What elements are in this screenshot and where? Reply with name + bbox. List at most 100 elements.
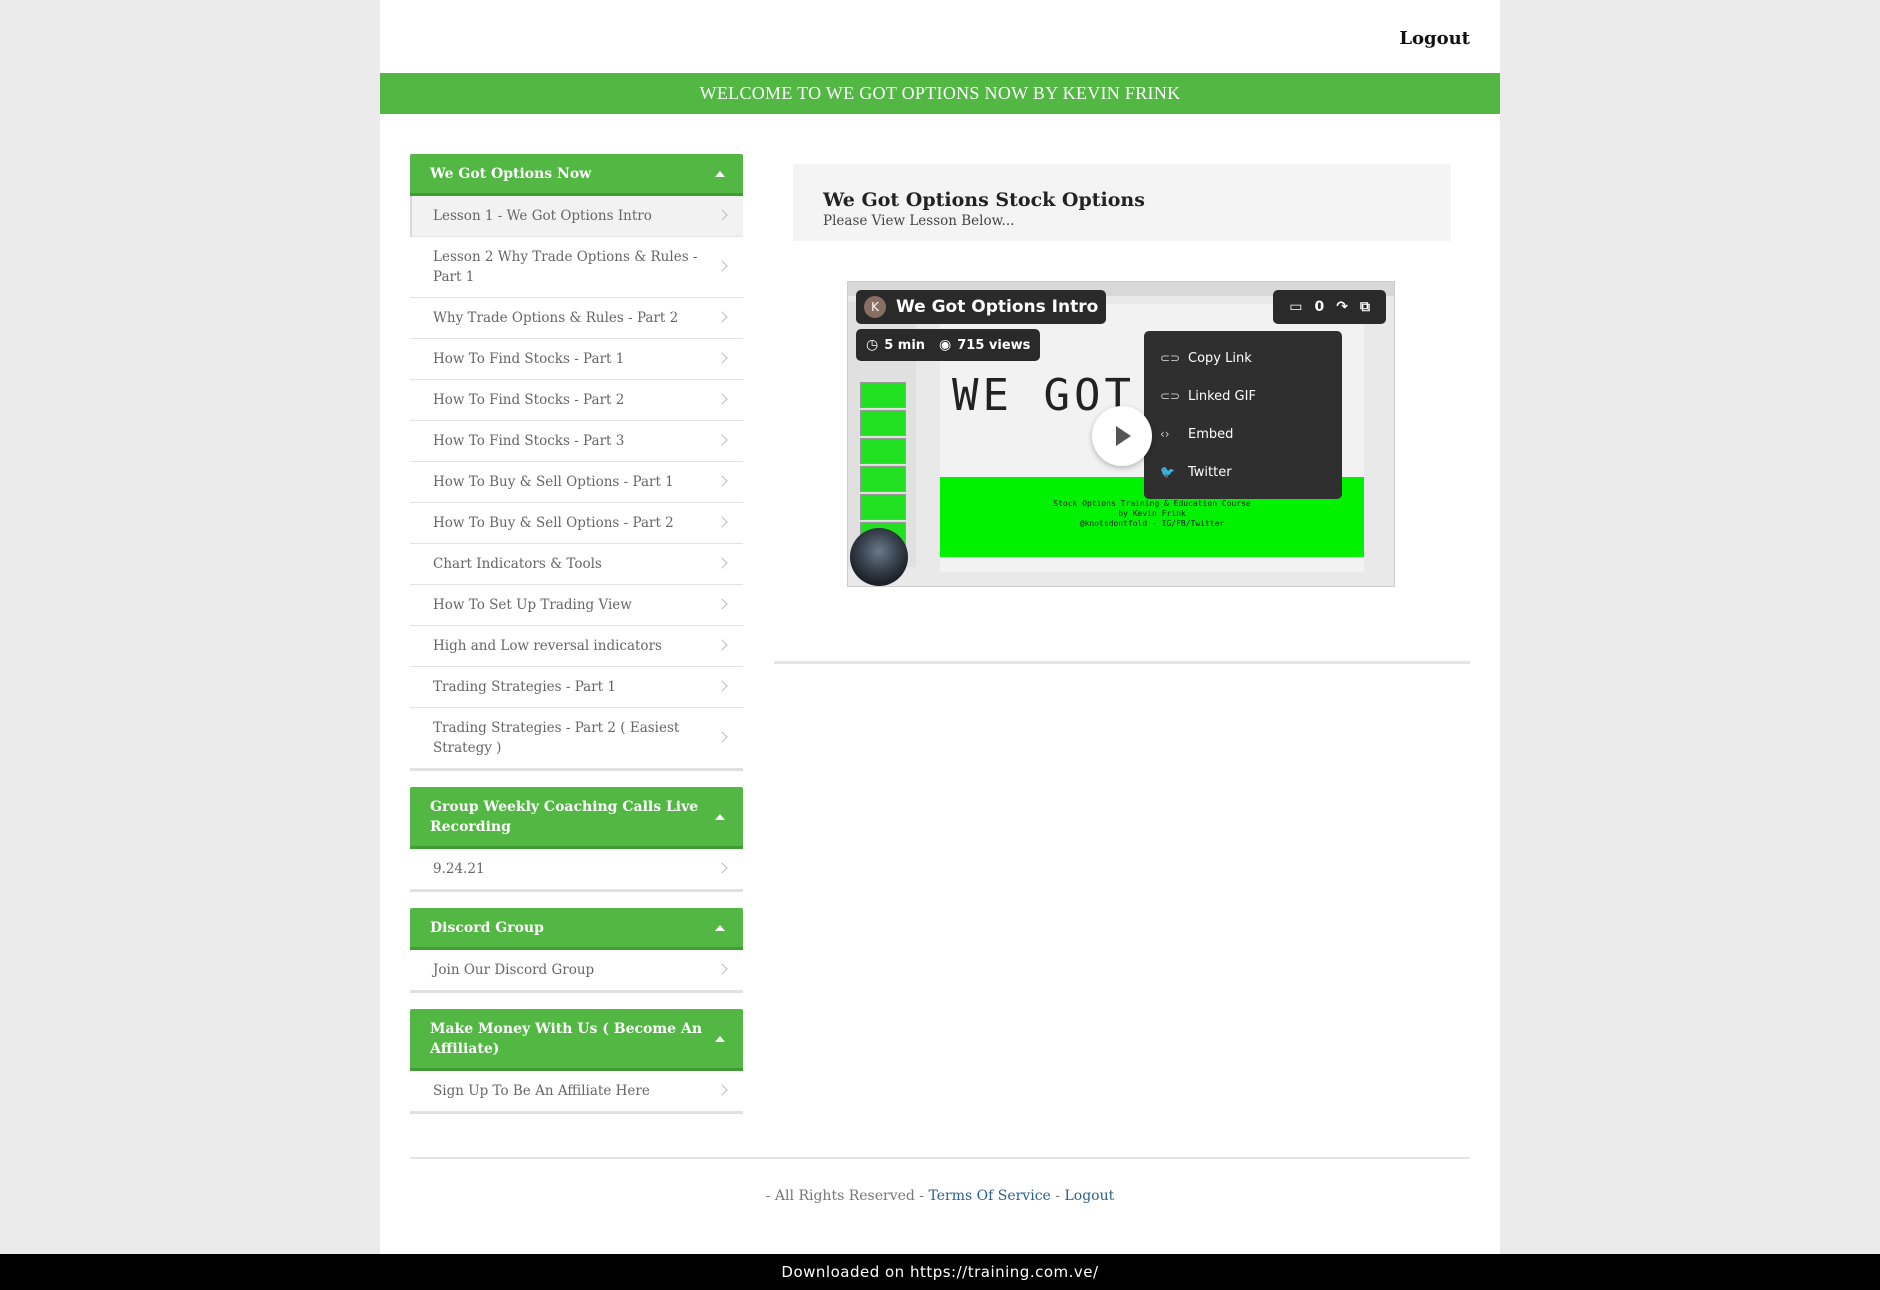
lesson-label: How To Find Stocks - Part 1 (433, 351, 625, 367)
sidebar-lesson-item[interactable]: Trading Strategies - Part 1 (410, 667, 743, 708)
slide-thumbnail (860, 438, 906, 464)
sidebar-lesson-item[interactable]: How To Find Stocks - Part 1 (410, 339, 743, 380)
chevron-right-icon (716, 475, 728, 487)
video-title: We Got Options Intro (896, 297, 1099, 317)
sidebar-section-header[interactable]: We Got Options Now (410, 154, 743, 196)
footer-divider (410, 1157, 1470, 1159)
lesson-subtitle: Please View Lesson Below... (823, 213, 1015, 229)
caret-up-icon (715, 924, 725, 931)
lesson-label: How To Find Stocks - Part 3 (433, 433, 625, 449)
lesson-header: We Got Options Stock Options Please View… (793, 164, 1451, 241)
twitter-icon: 🐦 (1160, 465, 1175, 479)
section-title: We Got Options Now (430, 166, 592, 182)
chevron-right-icon (716, 639, 728, 651)
sidebar-lesson-item[interactable]: How To Find Stocks - Part 3 (410, 421, 743, 462)
footer-rights: - All Rights Reserved - (765, 1188, 925, 1204)
chevron-right-icon (716, 862, 728, 874)
chevron-right-icon (716, 557, 728, 569)
lesson-label: Lesson 1 - We Got Options Intro (433, 208, 652, 224)
section-title: Discord Group (430, 920, 544, 936)
sidebar-section: Make Money With Us ( Become An Affiliate… (410, 1009, 743, 1114)
chevron-right-icon (716, 731, 728, 743)
video-title-chip: K We Got Options Intro (856, 290, 1107, 324)
slide-line: Stock Options Training & Education Cours… (1053, 499, 1251, 508)
share-embed[interactable]: ‹› Embed (1144, 415, 1342, 453)
avatar: K (864, 296, 886, 318)
lesson-label: Chart Indicators & Tools (433, 556, 602, 572)
sidebar-section: Group Weekly Coaching Calls Live Recordi… (410, 787, 743, 892)
sidebar-lesson-item[interactable]: Lesson 1 - We Got Options Intro (410, 196, 743, 237)
footer: - All Rights Reserved - Terms Of Service… (380, 1188, 1500, 1204)
slide-thumbnail (860, 466, 906, 492)
sidebar-lesson-list: Join Our Discord Group (410, 950, 743, 993)
sidebar-lesson-item[interactable]: Why Trade Options & Rules - Part 2 (410, 298, 743, 339)
chevron-right-icon (716, 311, 728, 323)
chevron-right-icon (716, 209, 728, 221)
welcome-banner: WELCOME TO WE GOT OPTIONS NOW BY KEVIN F… (380, 73, 1500, 114)
chevron-right-icon (716, 393, 728, 405)
course-sidebar: We Got Options Now Lesson 1 - We Got Opti… (410, 154, 743, 1130)
sidebar-lesson-list: 9.24.21 (410, 849, 743, 892)
external-link-icon[interactable]: ⧉ (1360, 299, 1370, 315)
lesson-label: Why Trade Options & Rules - Part 2 (433, 310, 679, 326)
sidebar-lesson-item[interactable]: Join Our Discord Group (410, 950, 743, 991)
comment-count: 0 (1314, 299, 1325, 315)
video-actions: ▭ 0 ↷ ⧉ (1273, 290, 1386, 324)
lesson-label: How To Find Stocks - Part 2 (433, 392, 625, 408)
sidebar-lesson-item[interactable]: How To Set Up Trading View (410, 585, 743, 626)
share-item-label: Copy Link (1188, 350, 1252, 366)
sidebar-lesson-item[interactable]: High and Low reversal indicators (410, 626, 743, 667)
chevron-right-icon (716, 260, 728, 272)
share-item-label: Embed (1188, 426, 1234, 442)
chevron-right-icon (716, 434, 728, 446)
share-icon[interactable]: ↷ (1336, 299, 1348, 315)
play-button[interactable] (1092, 406, 1152, 466)
slide-thumbnail (860, 382, 906, 408)
sidebar-lesson-item[interactable]: Sign Up To Be An Affiliate Here (410, 1071, 743, 1112)
eye-icon: ◉ (939, 337, 952, 353)
lesson-label: How To Buy & Sell Options - Part 1 (433, 474, 674, 490)
clock-icon: ◷ (866, 337, 879, 353)
chevron-right-icon (716, 516, 728, 528)
sidebar-lesson-item[interactable]: Chart Indicators & Tools (410, 544, 743, 585)
share-twitter[interactable]: 🐦 Twitter (1144, 453, 1342, 491)
sidebar-section-header[interactable]: Discord Group (410, 908, 743, 950)
chevron-right-icon (716, 352, 728, 364)
comment-icon[interactable]: ▭ (1289, 299, 1302, 315)
sidebar-section: We Got Options Now Lesson 1 - We Got Opti… (410, 154, 743, 771)
sidebar-section: Discord Group Join Our Discord Group (410, 908, 743, 993)
page-container: Logout WELCOME TO WE GOT OPTIONS NOW BY … (380, 0, 1500, 1254)
footer-logout-link[interactable]: Logout (1064, 1188, 1114, 1204)
sidebar-lesson-item[interactable]: Lesson 2 Why Trade Options & Rules - Par… (410, 237, 743, 298)
download-bar: Downloaded on https://training.com.ve/ (0, 1254, 1880, 1290)
sidebar-section-header[interactable]: Make Money With Us ( Become An Affiliate… (410, 1009, 743, 1071)
share-item-label: Linked GIF (1188, 388, 1256, 404)
caret-up-icon (715, 813, 725, 820)
lesson-label: Trading Strategies - Part 2 ( Easiest St… (433, 720, 680, 756)
share-linked-gif[interactable]: ⊂⊃ Linked GIF (1144, 377, 1342, 415)
logout-link[interactable]: Logout (1399, 28, 1470, 49)
video-duration: 5 min (884, 337, 926, 353)
video-player[interactable]: WE GOT Stock Options Training & Educatio… (847, 281, 1395, 587)
section-title: Make Money With Us ( Become An Affiliate… (430, 1021, 702, 1057)
share-copy-link[interactable]: ⊂⊃ Copy Link (1144, 339, 1342, 377)
section-title: Group Weekly Coaching Calls Live Recordi… (430, 799, 699, 835)
terms-link[interactable]: Terms Of Service (928, 1188, 1050, 1204)
video-meta-chip: ◷ 5 min ◉ 715 views (856, 329, 1041, 361)
slide-line: @knotsdontfold - IG/FB/Twitter (1079, 519, 1225, 528)
lesson-label: How To Set Up Trading View (433, 597, 632, 613)
sidebar-lesson-item[interactable]: 9.24.21 (410, 849, 743, 890)
sidebar-lesson-item[interactable]: How To Find Stocks - Part 2 (410, 380, 743, 421)
slide-thumbnail (860, 494, 906, 520)
chevron-right-icon (716, 963, 728, 975)
sidebar-lesson-item[interactable]: How To Buy & Sell Options - Part 1 (410, 462, 743, 503)
link-icon: ⊂⊃ (1160, 389, 1181, 403)
lesson-label: Trading Strategies - Part 1 (433, 679, 616, 695)
sidebar-lesson-item[interactable]: How To Buy & Sell Options - Part 2 (410, 503, 743, 544)
sidebar-lesson-list: Lesson 1 - We Got Options Intro Lesson 2 … (410, 196, 743, 771)
lesson-label: Sign Up To Be An Affiliate Here (433, 1083, 650, 1099)
footer-separator: - (1055, 1188, 1061, 1204)
share-menu: ⊂⊃ Copy Link ⊂⊃ Linked GIF ‹› Embed 🐦 Tw… (1144, 331, 1342, 499)
sidebar-section-header[interactable]: Group Weekly Coaching Calls Live Recordi… (410, 787, 743, 849)
sidebar-lesson-item[interactable]: Trading Strategies - Part 2 ( Easiest St… (410, 708, 743, 769)
